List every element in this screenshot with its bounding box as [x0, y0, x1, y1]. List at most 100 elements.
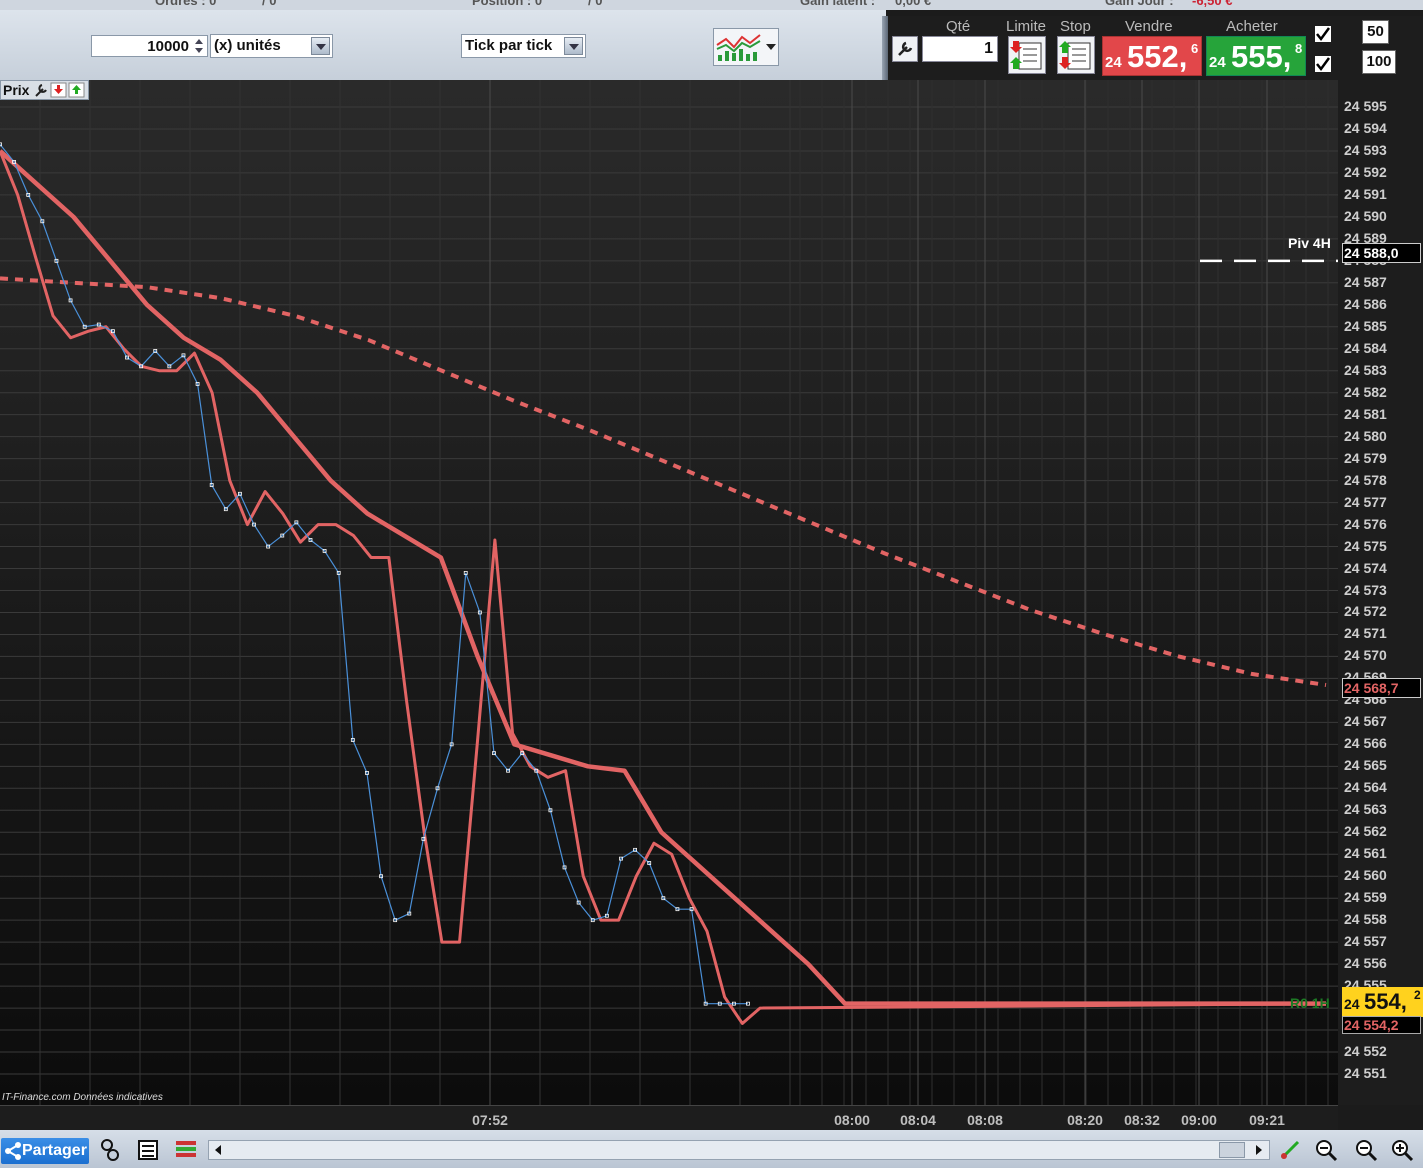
- chevron-down-icon[interactable]: [564, 37, 583, 55]
- price-tick-label: 24 564: [1344, 779, 1387, 796]
- price-axis[interactable]: 24 595 24 594 24 593 24 592 24 591 24 590 24 5…: [1338, 80, 1423, 1105]
- price-tick-label: 24 552: [1344, 1043, 1387, 1060]
- stop-order-button[interactable]: [1057, 36, 1095, 74]
- price-tick-label: 24 573: [1344, 581, 1387, 598]
- time-label: 08:04: [900, 1112, 936, 1128]
- price-tick-label: 24 565: [1344, 757, 1387, 774]
- gain-jour-label: Gain Jour :: [1105, 0, 1174, 8]
- orders-sep: / 0: [262, 0, 277, 8]
- last-price-sup: 2: [1414, 988, 1421, 1002]
- indicators-button[interactable]: [713, 28, 779, 66]
- price-tick-label: 24 591: [1344, 185, 1387, 202]
- pivot-label: Piv 4H: [1288, 235, 1331, 251]
- time-label: 08:08: [967, 1112, 1003, 1128]
- bottom-toolbar: Partager: [0, 1130, 1423, 1168]
- price-tick-label: 24 580: [1344, 427, 1387, 444]
- price-tick-label: 24 558: [1344, 911, 1387, 928]
- time-label: 08:00: [834, 1112, 870, 1128]
- close-price-label: 24 554,2: [1342, 1016, 1421, 1034]
- chart-title: Prix: [3, 82, 30, 98]
- price-tick-label: 24 578: [1344, 471, 1387, 488]
- price-tick-label: 24 561: [1344, 845, 1387, 862]
- sell-button[interactable]: 24 552, 6: [1102, 36, 1202, 76]
- buy-price-prefix: 24: [1209, 54, 1226, 71]
- price-tick-label: 24 592: [1344, 163, 1387, 180]
- last-price-prefix: 24: [1344, 996, 1360, 1012]
- settings-button[interactable]: [892, 36, 918, 62]
- auto-checkbox[interactable]: [1315, 56, 1331, 72]
- time-label: 08:32: [1124, 1112, 1160, 1128]
- price-tick-label: 24 570: [1344, 647, 1387, 664]
- gain-latent-label: Gain latent :: [800, 0, 876, 8]
- qty-value: 1: [984, 40, 993, 57]
- unit-select[interactable]: (x) unités: [210, 34, 333, 58]
- quantity-value: 10000: [147, 38, 189, 55]
- zoom-out-icon[interactable]: [1354, 1138, 1378, 1162]
- indicators-chart-icon: [716, 34, 761, 61]
- price-tick-label: 24 560: [1344, 867, 1387, 884]
- buy-label: Acheter: [1226, 18, 1278, 35]
- share-label: Partager: [22, 1142, 87, 1159]
- sell-arrow-icon[interactable]: [50, 82, 68, 98]
- price-tick-label: 24 566: [1344, 735, 1387, 752]
- gain-jour-value: -6,50 €: [1192, 0, 1233, 8]
- price-tick-label: 24 567: [1344, 713, 1387, 730]
- price-tick-label: 24 582: [1344, 383, 1387, 400]
- notes-icon[interactable]: [136, 1138, 160, 1162]
- chart-canvas[interactable]: [0, 80, 1338, 1105]
- buy-price-main: 555,: [1231, 39, 1292, 74]
- drawing-tool-icon[interactable]: [1278, 1138, 1302, 1162]
- price-tick-label: 24 595: [1344, 97, 1387, 114]
- quantity-stepper[interactable]: 10000: [91, 35, 208, 57]
- buy-price-sup: 8: [1295, 41, 1303, 56]
- wrench-icon[interactable]: [32, 82, 50, 98]
- panel-grip[interactable]: [882, 16, 888, 80]
- qty-input[interactable]: 1: [922, 36, 998, 62]
- stop-order-icon: [1059, 41, 1091, 70]
- limit-order-icon: [1010, 41, 1042, 70]
- orders-count: Ordres : 0: [155, 0, 217, 8]
- zoom-fit-icon[interactable]: [1314, 1138, 1338, 1162]
- horizontal-scrollbar[interactable]: [208, 1140, 1270, 1160]
- scrollbar-thumb[interactable]: [1219, 1142, 1245, 1158]
- gain-latent-value: 0,00 €: [895, 0, 932, 8]
- scroll-right-icon[interactable]: [1252, 1143, 1266, 1157]
- time-label: 07:52: [472, 1112, 508, 1128]
- price-tick-label: 24 557: [1344, 933, 1387, 950]
- chart-title-bar: Prix: [0, 80, 90, 100]
- last-price-main: 554,: [1364, 989, 1407, 1014]
- zoom-in-icon[interactable]: [1390, 1138, 1414, 1162]
- account-summary-strip: Ordres : 0 / 0 Position : 0 / 0 Gain lat…: [0, 0, 1423, 10]
- price-chart[interactable]: Prix Piv 4H R0 1H IT-Finance.com Données…: [0, 80, 1338, 1105]
- preset-100-button[interactable]: 100: [1362, 50, 1396, 74]
- ma-price-label: 24 568,7: [1342, 678, 1421, 698]
- price-tick-label: 24 574: [1344, 559, 1387, 576]
- price-tick-label: 24 576: [1344, 515, 1387, 532]
- qty-label: Qté: [946, 18, 971, 35]
- link-icon[interactable]: [98, 1138, 122, 1162]
- price-tick-label: 24 572: [1344, 603, 1387, 620]
- sell-label: Vendre: [1125, 18, 1173, 35]
- checkmark-icon: [1316, 57, 1331, 72]
- price-tick-label: 24 577: [1344, 493, 1387, 510]
- period-select[interactable]: Tick par tick: [461, 34, 586, 58]
- depth-icon[interactable]: [174, 1138, 198, 1162]
- time-axis[interactable]: 07:52 08:00 08:04 08:08 08:20 08:32 09:0…: [0, 1105, 1338, 1130]
- sell-price-sup: 6: [1191, 41, 1199, 56]
- unit-select-value: (x) unités: [214, 37, 281, 54]
- chevron-down-icon[interactable]: [766, 44, 776, 52]
- price-tick-label: 24 559: [1344, 889, 1387, 906]
- scroll-left-icon[interactable]: [211, 1143, 225, 1157]
- limit-order-button[interactable]: [1008, 36, 1046, 74]
- confirm-checkbox[interactable]: [1315, 26, 1331, 42]
- chevron-down-icon[interactable]: [311, 37, 330, 55]
- price-tick-label: 24 563: [1344, 801, 1387, 818]
- share-button[interactable]: Partager: [1, 1138, 89, 1164]
- position-count: Position : 0: [472, 0, 543, 8]
- preset-50-button[interactable]: 50: [1362, 20, 1389, 44]
- price-tick-label: 24 586: [1344, 295, 1387, 312]
- buy-arrow-icon[interactable]: [68, 82, 86, 98]
- buy-button[interactable]: 24 555, 8: [1206, 36, 1306, 76]
- price-tick-label: 24 593: [1344, 141, 1387, 158]
- spin-arrows-icon[interactable]: [193, 37, 205, 55]
